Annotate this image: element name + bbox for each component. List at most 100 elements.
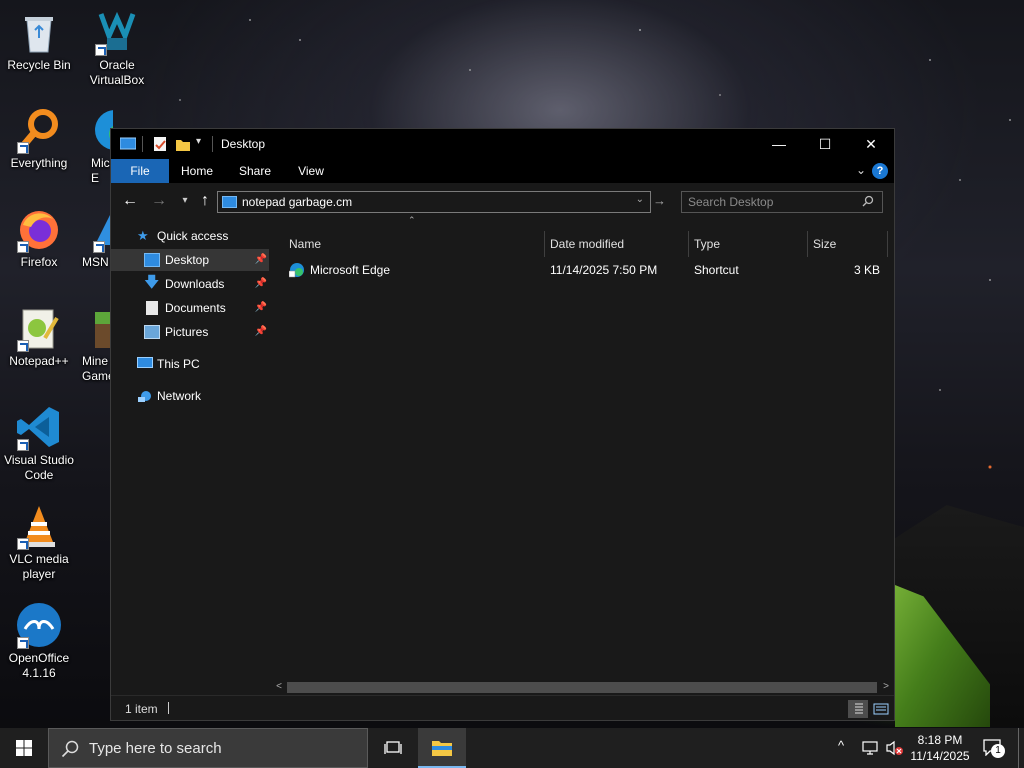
taskbar-search-placeholder: Type here to search <box>89 740 222 757</box>
pin-icon: 📌 <box>254 302 267 313</box>
column-header-type[interactable]: Type <box>694 231 720 257</box>
nav-item-downloads[interactable]: 🡇 Downloads 📌 <box>111 273 269 295</box>
desktop-icon-label: Visual Studio Code <box>4 453 74 482</box>
forward-arrow-icon[interactable]: → <box>149 192 169 210</box>
toolbar-divider <box>142 136 143 152</box>
desktop-icon-recycle-bin[interactable]: Recycle Bin <box>1 8 77 73</box>
taskbar-file-explorer[interactable] <box>418 728 466 768</box>
pin-icon: 📌 <box>254 254 267 265</box>
nav-item-label: This PC <box>157 357 200 371</box>
title-bar[interactable]: ▾ Desktop — ☐ ✕ <box>111 129 894 159</box>
file-row[interactable]: Microsoft Edge 11/14/2025 7:50 PM Shortc… <box>271 259 894 281</box>
document-icon <box>146 301 158 315</box>
properties-icon[interactable] <box>152 136 168 152</box>
shortcut-arrow-icon <box>17 340 29 352</box>
back-arrow-icon[interactable]: ← <box>120 192 140 210</box>
explorer-app-icon <box>119 136 137 152</box>
scroll-left-icon[interactable]: < <box>271 679 287 695</box>
horizontal-scrollbar[interactable]: < > <box>271 679 894 695</box>
show-desktop-button[interactable] <box>1018 728 1019 768</box>
nav-item-quick-access[interactable]: ★ Quick access <box>111 225 269 247</box>
minecraft-icon <box>91 304 110 352</box>
desktop-icon-label: Mine Game <box>82 354 110 383</box>
desktop-icon-everything[interactable]: Everything <box>1 106 77 171</box>
tab-view[interactable]: View <box>287 159 335 183</box>
column-header-date-modified[interactable]: Date modified <box>550 231 624 257</box>
desktop-icon-label: MSN <box>82 255 109 269</box>
nav-item-pictures[interactable]: Pictures 📌 <box>111 321 269 343</box>
file-type: Shortcut <box>694 263 739 277</box>
show-hidden-icons-chevron-icon[interactable]: ^ <box>838 738 854 768</box>
window-title: Desktop <box>221 137 266 151</box>
column-divider <box>807 231 808 257</box>
nav-item-label: Documents <box>165 301 226 315</box>
column-header-size[interactable]: Size <box>813 231 836 257</box>
nav-item-documents[interactable]: Documents 📌 <box>111 297 269 319</box>
desktop-location-icon <box>222 196 237 208</box>
column-header-name[interactable]: Name <box>289 231 321 257</box>
desktop-icon-notepadpp[interactable]: Notepad++ <box>1 304 77 369</box>
notification-center-icon[interactable]: 1 <box>982 738 1006 758</box>
desktop-icon-vscode[interactable]: Visual Studio Code <box>1 403 77 483</box>
navigation-pane: ★ Quick access Desktop 📌 🡇 Downloads 📌 D… <box>111 219 269 693</box>
expand-ribbon-icon[interactable]: ⌄ <box>856 163 866 177</box>
desktop-icon-minecraft-partial[interactable]: Mine Game <box>79 304 110 384</box>
tab-home[interactable]: Home <box>173 159 221 183</box>
search-icon <box>61 740 79 758</box>
scroll-right-icon[interactable]: > <box>878 679 894 695</box>
minimize-button[interactable]: — <box>756 129 802 159</box>
clock[interactable]: 8:18 PM 11/14/2025 <box>900 732 980 764</box>
nav-item-label: Network <box>157 389 202 403</box>
network-status-icon[interactable] <box>862 740 880 768</box>
shortcut-arrow-icon <box>17 538 29 550</box>
nav-item-desktop[interactable]: Desktop 📌 <box>111 249 269 271</box>
shortcut-arrow-icon <box>95 44 107 56</box>
taskbar-search-box[interactable]: Type here to search <box>48 728 368 768</box>
go-arrow-icon[interactable]: → <box>653 193 669 209</box>
address-dropdown-icon[interactable]: ⌄ <box>636 194 644 205</box>
pin-icon: 📌 <box>254 278 267 289</box>
desktop-icon-virtualbox[interactable]: Oracle VirtualBox <box>79 8 155 88</box>
address-bar[interactable]: ⌄ <box>217 191 651 213</box>
tab-share[interactable]: Share <box>231 159 279 183</box>
clock-date: 11/14/2025 <box>910 749 970 763</box>
start-button[interactable] <box>0 728 48 768</box>
file-list[interactable]: ⌃ Name Date modified Type Size Microsoft… <box>271 215 894 693</box>
desktop-icon-msn-partial[interactable]: MSN <box>79 205 110 270</box>
up-arrow-icon[interactable]: ↑ <box>195 192 215 210</box>
search-input[interactable] <box>688 193 858 211</box>
search-icon <box>862 195 876 209</box>
desktop-icon-edge-partial[interactable]: Mic E <box>79 106 113 186</box>
nav-item-network[interactable]: Network <box>111 385 269 407</box>
desktop-icon-openoffice[interactable]: OpenOffice 4.1.16 <box>1 601 77 681</box>
desktop-icon-firefox[interactable]: Firefox <box>1 205 77 270</box>
help-button[interactable]: ? <box>872 163 888 179</box>
customize-quick-access-icon[interactable]: ▾ <box>196 136 206 152</box>
virtualbox-icon <box>93 8 141 56</box>
recent-locations-chevron-icon[interactable]: ▾ <box>175 192 195 210</box>
shortcut-arrow-icon <box>17 241 29 253</box>
desktop-icon-vlc[interactable]: VLC media player <box>1 502 77 582</box>
scrollbar-thumb[interactable] <box>287 682 877 693</box>
large-icons-view-icon[interactable] <box>871 700 891 718</box>
close-button[interactable]: ✕ <box>848 129 894 159</box>
new-folder-icon[interactable] <box>175 136 191 152</box>
file-explorer-window[interactable]: ▾ Desktop — ☐ ✕ File Home Share View ⌄ ?… <box>110 128 895 721</box>
task-view-button[interactable] <box>376 728 410 768</box>
file-name: Microsoft Edge <box>310 263 391 277</box>
everything-search-icon <box>15 106 63 154</box>
search-box[interactable] <box>681 191 883 213</box>
column-divider <box>887 231 888 257</box>
taskbar: Type here to search ^ 8:18 PM 11/14/2025… <box>0 728 1024 768</box>
sort-ascending-icon: ⌃ <box>408 215 416 225</box>
maximize-button[interactable]: ☐ <box>802 129 848 159</box>
details-view-icon[interactable] <box>848 700 868 718</box>
item-count: 1 item <box>125 702 158 716</box>
desktop-icon-label: OpenOffice 4.1.16 <box>8 651 70 680</box>
tab-file[interactable]: File <box>111 159 169 183</box>
vscode-icon <box>15 403 63 451</box>
file-date-modified: 11/14/2025 7:50 PM <box>550 263 658 277</box>
address-input[interactable] <box>242 193 632 211</box>
clock-time: 8:18 PM <box>917 733 963 747</box>
nav-item-this-pc[interactable]: This PC <box>111 353 269 375</box>
